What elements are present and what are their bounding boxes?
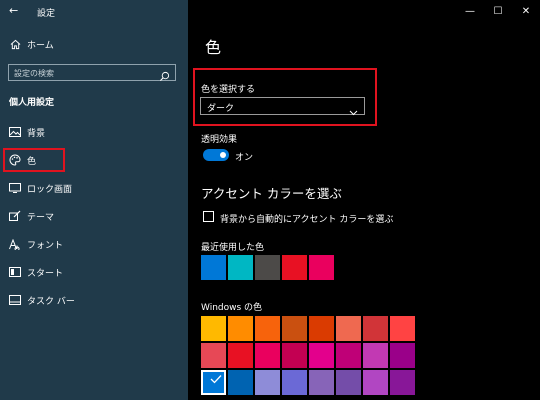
accent-heading: アクセント カラーを選ぶ [201, 186, 342, 201]
page-title: 色 [205, 38, 222, 57]
sidebar: ← 設定 ホーム 設定の検索 個人用設定 背景 色 ロック画面 テーマ フォント… [0, 0, 188, 400]
maximize-button[interactable]: ☐ [484, 2, 512, 20]
color-swatch[interactable] [336, 343, 361, 368]
auto-accent-checkbox[interactable] [203, 211, 214, 222]
search-input[interactable]: 設定の検索 [8, 64, 176, 82]
color-swatch[interactable] [255, 370, 280, 395]
color-swatch[interactable] [282, 370, 307, 395]
sidebar-item-label: ホーム [27, 40, 54, 51]
app-title: 設定 [37, 9, 56, 19]
recent-colors-label: 最近使用した色 [201, 243, 265, 253]
color-swatch[interactable] [255, 255, 280, 280]
color-swatch[interactable] [201, 343, 226, 368]
color-swatch[interactable] [363, 370, 388, 395]
color-swatch[interactable] [336, 316, 361, 341]
transparency-toggle[interactable] [203, 149, 229, 161]
color-swatch[interactable] [228, 255, 253, 280]
color-swatch[interactable] [255, 343, 280, 368]
minimize-button[interactable]: — [456, 2, 484, 20]
back-arrow-icon[interactable]: ← [9, 4, 18, 17]
highlight-box-dropdown [193, 68, 377, 126]
search-icon[interactable] [159, 67, 170, 82]
sidebar-item-lock-screen[interactable]: ロック画面 [0, 178, 188, 198]
highlight-box-color [3, 148, 65, 172]
sidebar-item-home[interactable]: ホーム [0, 34, 188, 54]
color-swatch[interactable] [390, 316, 415, 341]
color-swatch[interactable] [282, 255, 307, 280]
color-swatch[interactable] [228, 370, 253, 395]
sidebar-item-label: テーマ [27, 212, 55, 223]
sidebar-item-label: タスク バー [27, 296, 75, 307]
color-swatch[interactable] [309, 343, 334, 368]
taskbar-icon [9, 294, 21, 306]
color-swatch[interactable] [309, 370, 334, 395]
color-swatch[interactable] [228, 343, 253, 368]
search-placeholder: 設定の検索 [14, 69, 54, 78]
sidebar-item-background[interactable]: 背景 [0, 122, 188, 142]
toggle-state-label: オン [235, 153, 254, 163]
minimize-icon: — [465, 5, 475, 17]
color-swatch[interactable] [309, 316, 334, 341]
start-icon [9, 266, 21, 278]
color-swatch[interactable] [201, 255, 226, 280]
color-swatch[interactable] [363, 316, 388, 341]
sidebar-item-themes[interactable]: テーマ [0, 206, 188, 226]
color-swatch[interactable] [282, 316, 307, 341]
color-swatch[interactable] [201, 370, 226, 395]
picture-icon [9, 126, 21, 138]
sidebar-item-fonts[interactable]: フォント [0, 234, 188, 254]
lock-screen-icon [9, 182, 21, 194]
color-swatch[interactable] [201, 316, 226, 341]
titlebar-left: ← 設定 [0, 0, 188, 24]
color-swatch[interactable] [255, 316, 280, 341]
sidebar-item-taskbar[interactable]: タスク バー [0, 290, 188, 310]
home-icon [9, 38, 21, 50]
close-button[interactable]: ✕ [512, 2, 540, 20]
color-swatch[interactable] [228, 316, 253, 341]
color-swatch[interactable] [363, 343, 388, 368]
toggle-knob [220, 152, 226, 158]
sidebar-item-start[interactable]: スタート [0, 262, 188, 282]
sidebar-item-label: 背景 [27, 128, 46, 139]
close-icon: ✕ [521, 5, 531, 17]
transparency-label: 透明効果 [201, 135, 238, 145]
color-swatch[interactable] [390, 343, 415, 368]
sidebar-item-label: スタート [27, 268, 64, 279]
color-swatch[interactable] [336, 370, 361, 395]
maximize-icon: ☐ [493, 5, 503, 17]
brush-icon [9, 210, 21, 222]
section-title: 個人用設定 [9, 98, 55, 108]
color-swatch[interactable] [309, 255, 334, 280]
sidebar-item-label: フォント [27, 240, 64, 251]
font-icon [9, 238, 21, 250]
sidebar-item-label: ロック画面 [27, 184, 73, 195]
color-swatch[interactable] [390, 370, 415, 395]
color-swatch[interactable] [282, 343, 307, 368]
windows-colors-label: Windows の色 [201, 303, 263, 313]
auto-accent-label: 背景から自動的にアクセント カラーを選ぶ [220, 215, 394, 225]
